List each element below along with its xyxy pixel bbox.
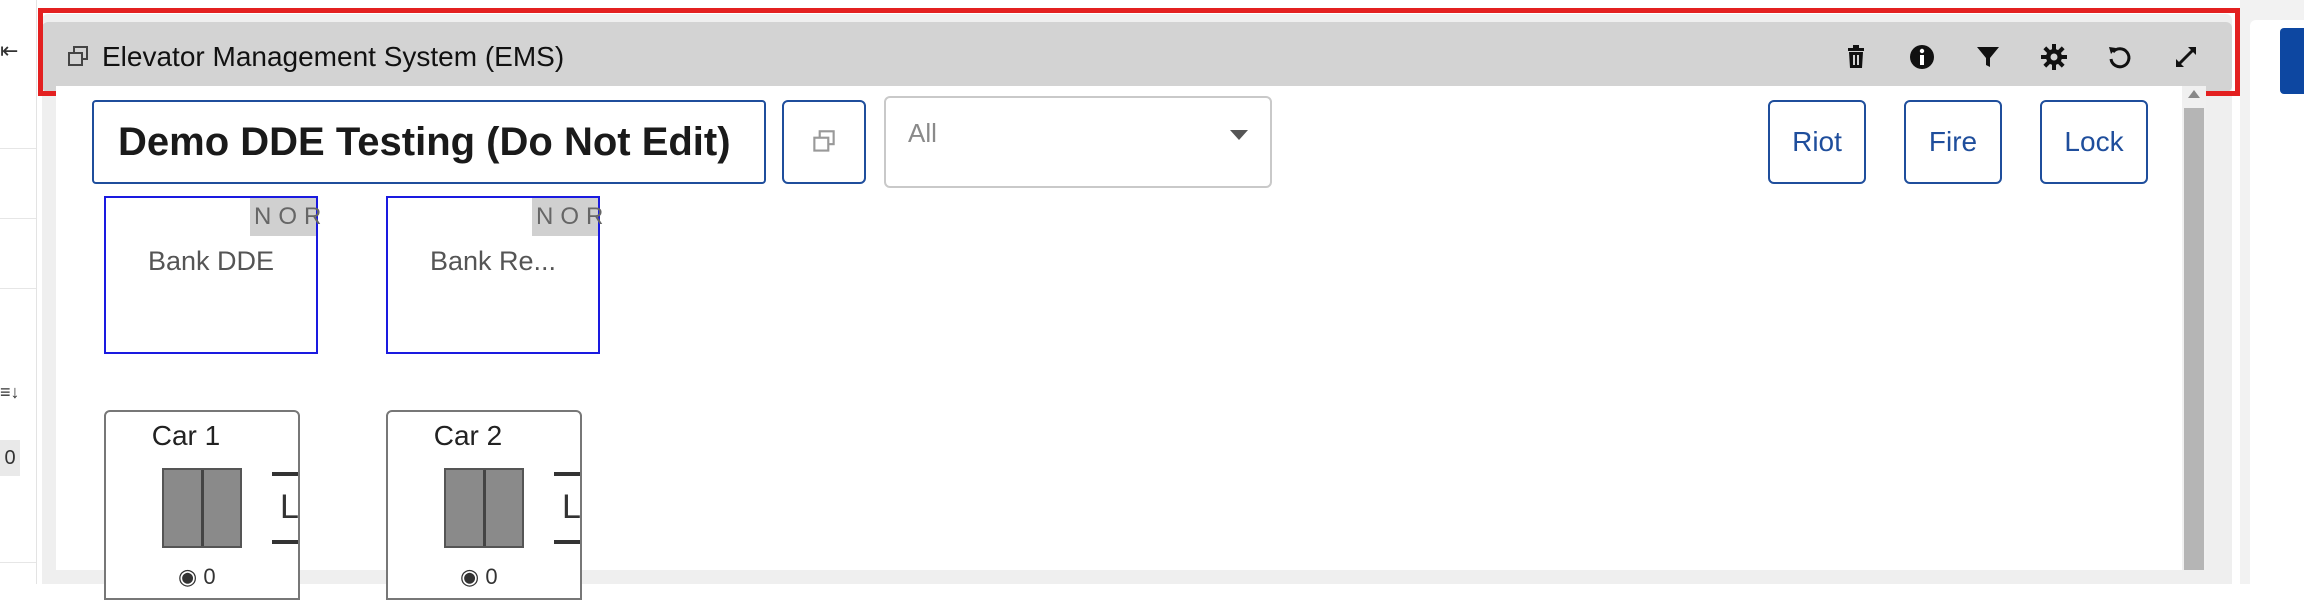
sort-icon[interactable]: ≡↓: [0, 382, 20, 403]
refresh-button[interactable]: [2104, 41, 2136, 73]
filter-icon: [1977, 47, 1999, 67]
floor-indicator: L: [554, 472, 582, 544]
delete-button[interactable]: [1840, 41, 1872, 73]
bank-tile[interactable]: NOR Bank Re...: [386, 196, 603, 354]
divider: [0, 562, 36, 563]
car-tile[interactable]: Car 1 L ◉ 0: [104, 410, 300, 600]
car-name: Car 2: [433, 420, 503, 451]
divider: [0, 148, 36, 149]
load-count: 0: [203, 564, 216, 589]
panel-title: Elevator Management System (EMS): [102, 41, 565, 72]
floor-label: L: [280, 488, 299, 526]
expand-button[interactable]: [2170, 41, 2202, 73]
info-icon: [1910, 45, 1934, 69]
load-count: 0: [485, 564, 498, 589]
bank-tile[interactable]: NOR Bank DDE: [104, 196, 321, 354]
group-name-label: Demo DDE Testing (Do Not Edit): [92, 100, 766, 184]
gear-icon: [2041, 44, 2067, 70]
panel-header: Elevator Management System (EMS): [42, 22, 2232, 92]
riot-button[interactable]: Riot: [1768, 100, 1866, 184]
vertical-scrollbar[interactable]: [2182, 86, 2206, 570]
group-window-button[interactable]: [782, 100, 866, 184]
bank-label: Bank DDE: [147, 246, 275, 276]
scroll-up-icon[interactable]: [2188, 90, 2200, 98]
elevator-door-icon: [444, 468, 524, 548]
expand-icon: [2176, 47, 2196, 67]
settings-button[interactable]: [2038, 41, 2070, 73]
load-indicator: ◉ 0: [178, 564, 216, 589]
car-tile[interactable]: Car 2 L ◉ 0: [386, 410, 582, 600]
status-badge: NOR: [250, 198, 321, 236]
elevator-door-icon: [162, 468, 242, 548]
refresh-icon: [2109, 47, 2131, 69]
trash-icon: [1848, 45, 1864, 68]
right-panel-tab[interactable]: [2280, 28, 2304, 94]
window-icon: [813, 130, 835, 152]
count-badge: 0: [0, 440, 20, 476]
fire-button[interactable]: Fire: [1904, 100, 2002, 184]
window-icon: [68, 46, 88, 66]
car-name: Car 1: [151, 420, 221, 451]
header-toolbar: [1840, 41, 2202, 73]
scrollbar-thumb[interactable]: [2184, 108, 2204, 570]
select-value: All: [908, 118, 937, 148]
bank-label: Bank Re...: [429, 246, 557, 276]
bank-filter-select[interactable]: All: [884, 96, 1272, 188]
floor-label: L: [562, 488, 581, 526]
divider: [0, 288, 36, 289]
right-panel-body: [2250, 20, 2304, 584]
lock-button[interactable]: Lock: [2040, 100, 2148, 184]
load-indicator: ◉ 0: [460, 564, 498, 589]
left-side-panel: ⇤ ≡↓ 0: [0, 0, 37, 584]
filter-button[interactable]: [1972, 41, 2004, 73]
chevron-down-icon: [1230, 130, 1248, 140]
status-badge: NOR: [532, 198, 603, 236]
exit-icon[interactable]: ⇤: [0, 38, 18, 64]
info-button[interactable]: [1906, 41, 1938, 73]
divider: [0, 218, 36, 219]
floor-indicator: L: [272, 472, 300, 544]
